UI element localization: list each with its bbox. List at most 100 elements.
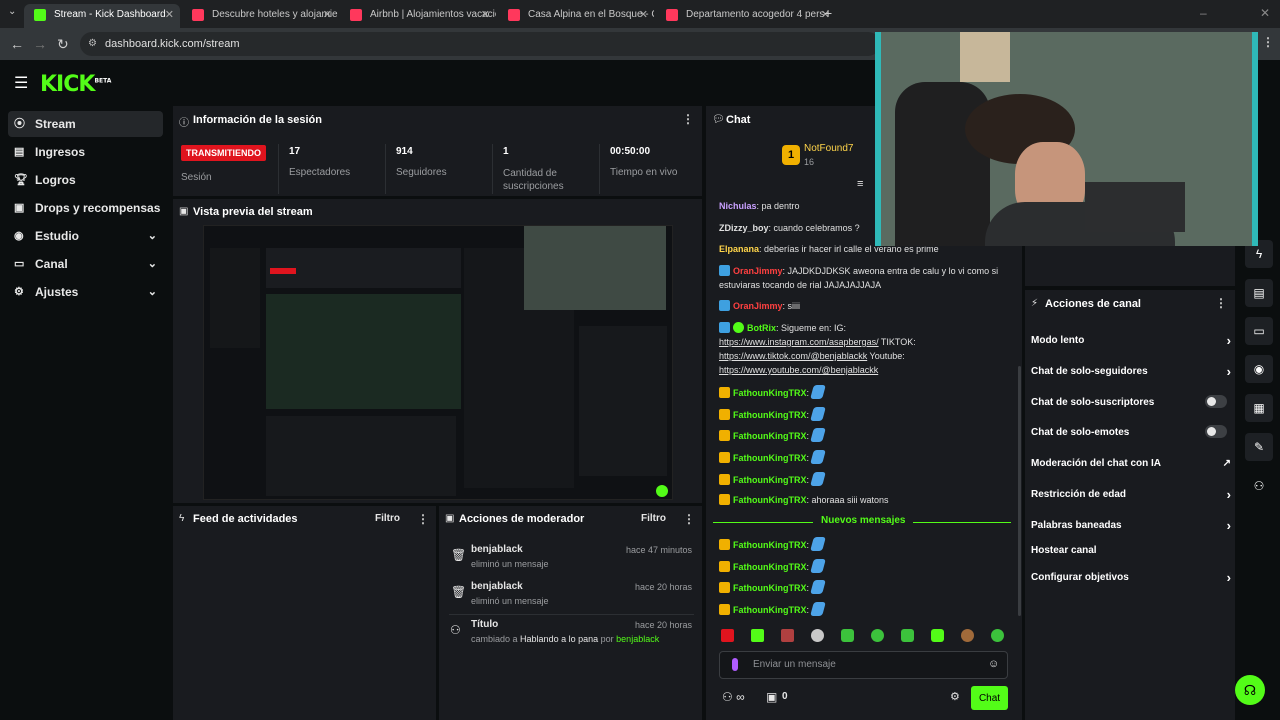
emoji-icon[interactable]: ☺ [988,658,999,670]
chat-username[interactable]: Elpanana [719,244,759,254]
more-options-icon[interactable]: ⋮ [682,112,694,126]
action-slow-mode[interactable]: Modo lento › [1031,333,1231,348]
chat-link[interactable]: https://www.instagram.com/asapbergas/ [719,337,879,347]
action-ai-moderation[interactable]: Moderación del chat con IA ↗ [1031,458,1231,469]
chat-link[interactable]: https://www.youtube.com/@benjablackk [719,365,878,375]
pinned-toggle-icon[interactable]: ≡ [857,178,863,190]
stat-label: Seguidores [396,167,447,178]
rail-broadcast-button[interactable]: ◉ [1245,355,1273,383]
back-icon[interactable]: ← [10,36,24,52]
action-followers-only[interactable]: Chat de solo-seguidores › [1031,364,1231,379]
action-goals[interactable]: Configurar objetivos › [1031,570,1231,585]
emote-icon[interactable] [811,629,824,642]
close-window-icon[interactable]: ✕ [1260,6,1270,20]
chat-settings-icon[interactable]: ⚙ [950,690,960,703]
action-banned-words[interactable]: Palabras baneadas › [1031,518,1231,533]
close-tab-icon[interactable]: ✕ [639,4,648,26]
sidebar-item-estudio[interactable]: ◉ Estudio ⌄ [8,223,163,249]
emote-icon[interactable] [991,629,1004,642]
tab-departamento[interactable]: Departamento acogedor 4 pers ✕ [656,4,836,28]
stream-preview-video[interactable] [203,225,673,500]
session-info-panel: ⓘ Información de la sesión ⋮ TRANSMITIEN… [173,106,702,196]
sidebar-item-ingresos[interactable]: ▤ Ingresos [8,139,163,165]
chat-input[interactable]: Enviar un mensaje ☺ [719,651,1008,679]
more-options-icon[interactable]: ⋮ [683,512,695,526]
sidebar-item-ajustes[interactable]: ⚙ Ajustes ⌄ [8,279,163,305]
emote-icon[interactable] [781,629,794,642]
more-options-icon[interactable]: ⋮ [1215,296,1227,310]
chat-username[interactable]: BotRix [747,323,776,333]
chat-username[interactable]: OranJimmy [733,301,783,311]
browser-menu-icon[interactable]: ⋮ [1262,35,1274,49]
rail-print-button[interactable]: ▦ [1245,394,1273,422]
rail-tools-button[interactable]: ✎ [1245,433,1273,461]
tab-kick-dashboard[interactable]: Stream - Kick Dashboard ✕ [24,4,180,28]
viewers-icon[interactable]: ⚇ ∞ [722,690,745,704]
url-field[interactable]: ⚙ dashboard.kick.com/stream [80,32,880,56]
new-tab-icon[interactable]: + [824,5,832,21]
chat-username[interactable]: FathounKingTRX [733,540,807,550]
rail-users-button[interactable]: ⚇ [1245,472,1273,500]
hamburger-menu-icon[interactable]: ☰ [14,73,28,93]
top-user-name[interactable]: NotFound7 [804,143,853,154]
chat-message: BotRix: Sigueme en: IG: https://www.inst… [719,322,916,375]
chat-username[interactable]: FathounKingTRX [733,410,807,420]
gift-icon[interactable]: ▣ [766,690,777,704]
chat-username[interactable]: Nichulas [719,201,757,211]
forward-icon[interactable]: → [33,36,47,52]
emote-icon[interactable] [871,629,884,642]
filter-button[interactable]: Filtro [375,513,400,524]
kick-logo[interactable]: KICKBETA [40,72,111,97]
chat-username[interactable]: FathounKingTRX [733,388,807,398]
scrollbar[interactable] [1018,366,1021,616]
chat-username[interactable]: FathounKingTRX [733,562,807,572]
new-messages-label: Nuevos mensajes [821,515,906,526]
chat-text: siiii [787,301,801,311]
lightning-icon: ϟ [179,513,185,524]
crown-badge-icon [719,387,730,398]
rail-notes-button[interactable]: ▤ [1245,279,1273,307]
emote-icon[interactable] [961,629,974,642]
tab-airbnb[interactable]: Airbnb | Alojamientos vacacion ✕ [340,4,496,28]
tab-hotels[interactable]: Descubre hoteles y alojamiento ✕ [182,4,338,28]
tab-casa-alpina[interactable]: Casa Alpina en el Bosque - Cab ✕ [498,4,654,28]
sidebar-item-logros[interactable]: 🏆︎ Logros [8,167,163,193]
site-info-icon[interactable]: ⚙ [88,32,97,56]
emotes-only-toggle[interactable] [1205,425,1227,438]
filter-button[interactable]: Filtro [641,513,666,524]
minimize-icon[interactable]: – [1200,6,1207,20]
emote-icon[interactable] [931,629,944,642]
close-tab-icon[interactable]: ✕ [481,4,490,26]
emote-icon[interactable] [751,629,764,642]
logo-text: KICK [40,72,95,97]
close-tab-icon[interactable]: ✕ [323,4,332,26]
chat-username[interactable]: FathounKingTRX [733,495,807,505]
rail-chat-button[interactable]: ▭ [1245,317,1273,345]
leaderboard-rank-badge: 1 [782,145,800,165]
chat-username[interactable]: FathounKingTRX [733,475,807,485]
chat-link[interactable]: https://www.tiktok.com/@benjablackk [719,351,867,361]
subscribers-only-toggle[interactable] [1205,395,1227,408]
reload-icon[interactable]: ↻ [57,36,69,53]
sidebar-item-canal[interactable]: ▭ Canal ⌄ [8,251,163,277]
emote-icon[interactable] [721,629,734,642]
action-host-channel[interactable]: Hostear canal [1031,545,1231,556]
more-options-icon[interactable]: ⋮ [417,512,429,526]
action-user[interactable]: benjablack [616,634,659,644]
sidebar-item-drops[interactable]: ▣ Drops y recompensas [8,195,163,221]
support-button[interactable]: ☊ [1235,675,1265,705]
send-chat-button[interactable]: Chat [971,686,1008,710]
emote-icon[interactable] [901,629,914,642]
chat-username[interactable]: FathounKingTRX [733,605,807,615]
tab-list-chevron-icon[interactable]: ⌄ [8,6,16,17]
emote-icon[interactable] [841,629,854,642]
sidebar-item-stream[interactable]: ⦿ Stream [8,111,163,137]
chat-username[interactable]: FathounKingTRX [733,583,807,593]
chat-username[interactable]: FathounKingTRX [733,431,807,441]
chat-username[interactable]: ZDizzy_boy [719,223,769,233]
chat-username[interactable]: FathounKingTRX [733,453,807,463]
action-age-restriction[interactable]: Restricción de edad › [1031,487,1231,502]
chat-username[interactable]: OranJimmy [733,266,783,276]
mod-user: Título [471,619,499,630]
close-tab-icon[interactable]: ✕ [165,4,174,26]
